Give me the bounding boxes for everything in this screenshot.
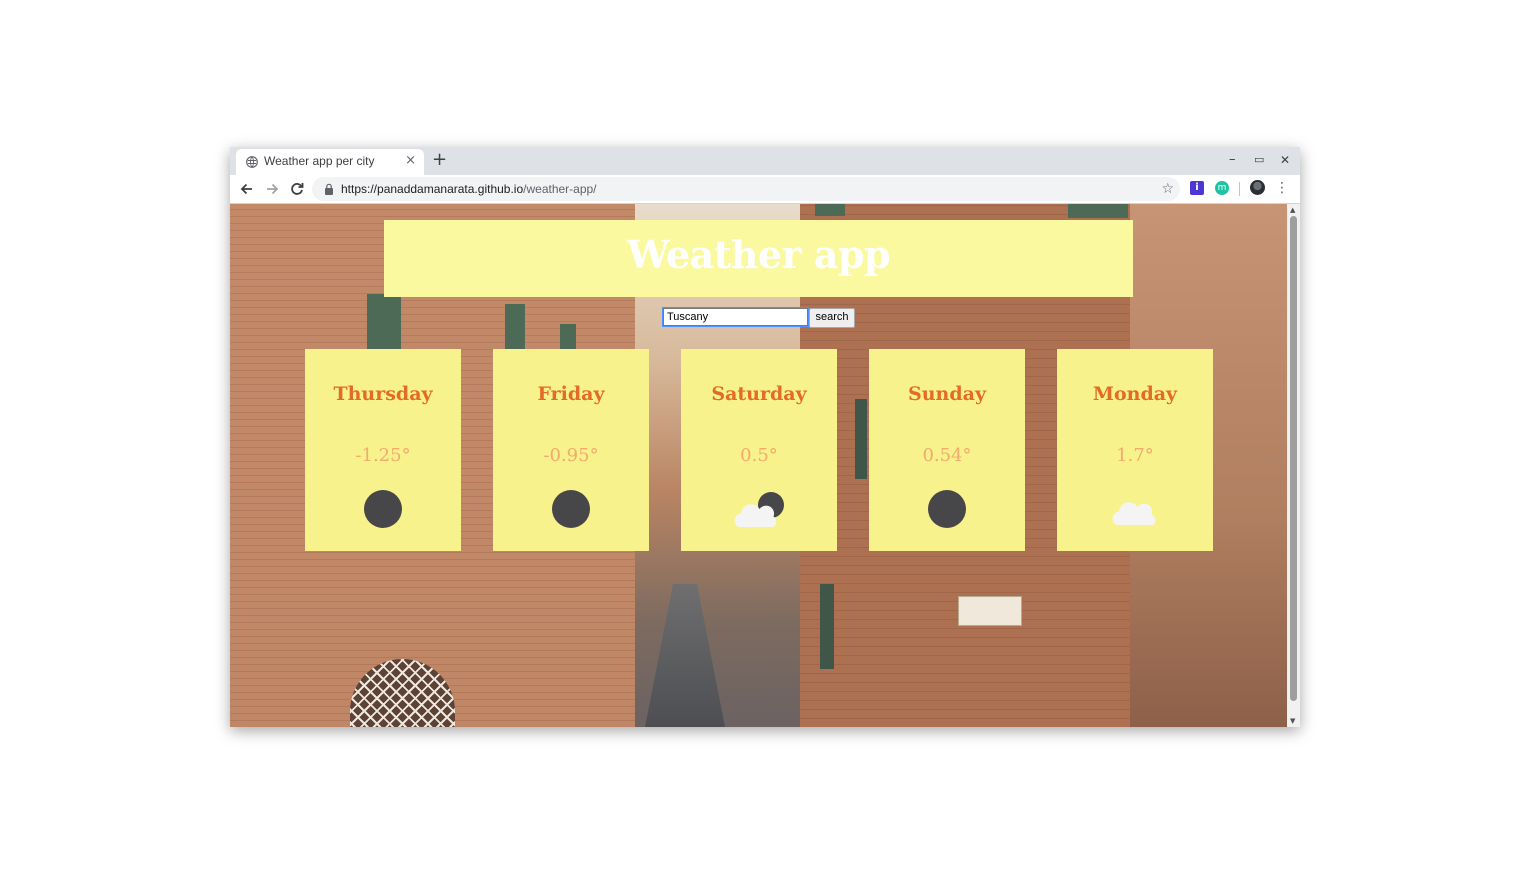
- forecast-temp: 0.5°: [740, 445, 778, 466]
- forecast-temp: -0.95°: [543, 445, 599, 466]
- page-title: Weather app: [626, 232, 891, 277]
- url-text: https://panaddamanarata.github.io/weathe…: [341, 182, 597, 196]
- forecast-day: Thursday: [333, 383, 433, 405]
- tab-close-icon[interactable]: ×: [405, 153, 416, 169]
- tab-title: Weather app per city: [264, 154, 375, 168]
- minimize-button[interactable]: –: [1229, 152, 1236, 168]
- new-tab-button[interactable]: +: [432, 150, 447, 170]
- page-viewport: ▲ ▼ Weather app search Thursday -1.25° F…: [230, 204, 1300, 727]
- forecast-day: Sunday: [908, 383, 986, 405]
- url-path: /weather-app/: [523, 182, 597, 196]
- city-search-input[interactable]: [662, 307, 809, 327]
- profile-avatar[interactable]: [1250, 180, 1265, 195]
- forecast-temp: -1.25°: [355, 445, 411, 466]
- cloudy-icon: [1112, 502, 1156, 525]
- lock-icon: [325, 183, 333, 195]
- browser-tab[interactable]: Weather app per city ×: [236, 149, 424, 175]
- browser-toolbar: https://panaddamanarata.github.io/weathe…: [230, 175, 1300, 204]
- browser-menu-icon[interactable]: ⋮: [1275, 179, 1289, 197]
- scrollbar-thumb[interactable]: [1290, 216, 1297, 701]
- scroll-down-icon[interactable]: ▼: [1290, 717, 1295, 725]
- forecast-day: Saturday: [711, 383, 807, 405]
- reload-icon[interactable]: [287, 179, 307, 199]
- app-header: Weather app: [384, 220, 1133, 297]
- partly-cloudy-night-icon: [734, 492, 784, 527]
- forecast-temp: 0.54°: [922, 445, 972, 466]
- close-window-button[interactable]: ✕: [1280, 152, 1290, 168]
- forecast-card: Monday 1.7°: [1057, 349, 1213, 551]
- forecast-card: Sunday 0.54°: [869, 349, 1025, 551]
- forward-arrow-icon[interactable]: [262, 179, 282, 199]
- clear-night-icon: [928, 490, 966, 528]
- scrollbar[interactable]: ▲ ▼: [1287, 204, 1300, 727]
- forecast-card: Friday -0.95°: [493, 349, 649, 551]
- forecast-temp: 1.7°: [1116, 445, 1154, 466]
- forecast-card: Saturday 0.5°: [681, 349, 837, 551]
- tab-strip: Weather app per city × + – ▭ ✕: [230, 147, 1300, 175]
- extension-icon[interactable]: i: [1190, 181, 1204, 195]
- toolbar-divider: [1239, 182, 1240, 196]
- extension-icon[interactable]: m: [1215, 181, 1229, 195]
- address-bar[interactable]: https://panaddamanarata.github.io/weathe…: [312, 177, 1180, 201]
- bookmark-star-icon[interactable]: ☆: [1161, 180, 1174, 198]
- scroll-up-icon[interactable]: ▲: [1290, 206, 1295, 214]
- forecast-day: Monday: [1092, 383, 1178, 405]
- forecast-card: Thursday -1.25°: [305, 349, 461, 551]
- clear-night-icon: [364, 490, 402, 528]
- search-button[interactable]: search: [809, 308, 855, 328]
- browser-window: Weather app per city × + – ▭ ✕ https://p…: [230, 147, 1300, 727]
- back-arrow-icon[interactable]: [237, 179, 257, 199]
- restore-button[interactable]: ▭: [1254, 152, 1264, 168]
- globe-icon: [246, 156, 258, 168]
- url-host: https://panaddamanarata.github.io: [341, 182, 524, 196]
- forecast-day: Friday: [537, 383, 605, 405]
- clear-night-icon: [552, 490, 590, 528]
